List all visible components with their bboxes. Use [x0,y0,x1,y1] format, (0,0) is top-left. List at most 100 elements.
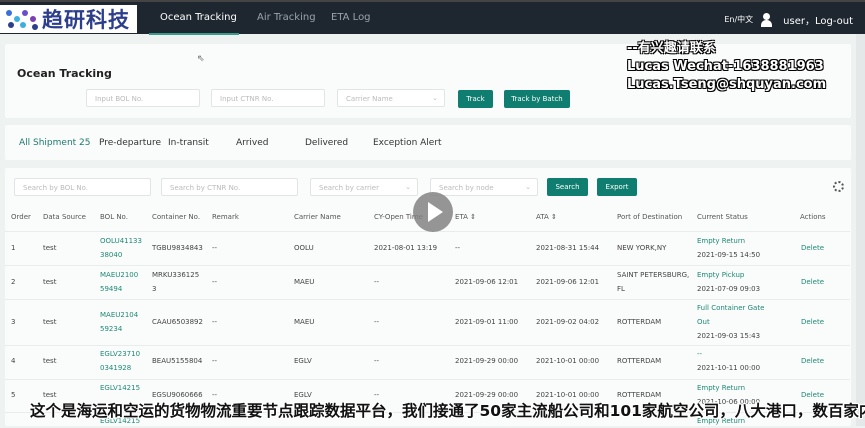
bol-link[interactable]: 59234 [100,322,122,336]
nav-tab-eta-log[interactable]: ETA Log [331,12,371,23]
gear-icon[interactable] [833,181,844,192]
delete-link[interactable]: Delete [801,241,824,255]
search-ctnr-input[interactable]: Search by CTNR No. [161,178,298,196]
bol-link[interactable]: 59494 [100,282,122,296]
bol-link[interactable]: 0341928 [100,361,131,375]
delete-link[interactable]: Delete [801,315,824,329]
eta-cell: 2021-09-29 00:00 [455,357,519,365]
delete-link[interactable]: Delete [801,275,824,289]
remark-cell: -- [212,244,218,252]
port-cell: FL [617,285,625,293]
status-label: Empty Return [697,384,746,392]
tab-all-shipment[interactable]: All Shipment 25 [19,138,91,148]
active-tab-underline [149,33,239,35]
status-label: Out [697,318,710,326]
chevron-down-icon: ⌄ [405,183,411,191]
ata-cell: 2021-08-31 15:44 [536,244,600,252]
container-cell: BEAU5155804 [152,357,203,365]
search-button[interactable]: Search [547,178,588,196]
watermark-line: Lucas Wechat-1638881963 [627,59,824,74]
bol-link[interactable]: 38040 [100,248,122,262]
port-cell: ROTTERDAM [617,357,662,365]
video-subtitle: 这个是海运和空运的货物物流重要节点跟踪数据平台，我们接通了50家主流船公司和10… [30,402,865,420]
status-label: Full Container Gate [697,304,765,312]
container-cell: MRKU336125 [152,271,200,279]
cy-open-time-cell: -- [374,318,380,326]
status-time: 2021-09-03 15:43 [697,332,761,340]
search-bol-input[interactable]: Search by BOL No. [14,178,151,196]
export-button[interactable]: Export [597,178,637,196]
logo-text: 趋研科技 [42,8,130,32]
bol-input[interactable]: Input BOL No. [86,89,200,107]
tab-arrived[interactable]: Arrived [236,138,268,148]
order-cell: 1 [11,244,16,252]
delete-link[interactable]: Delete [801,354,824,368]
status-label: -- [697,350,703,358]
carrier-select[interactable]: Carrier Name ⌄ [337,89,445,107]
chevron-down-icon: ⌄ [432,94,438,102]
bol-link[interactable]: EGLV23710 [100,347,140,361]
column-header-ata[interactable]: ATA ⇕ [536,213,557,221]
user-logout-link[interactable]: user，Log-out [783,12,853,27]
ata-cell: 2021-09-06 12:01 [536,278,600,286]
status-time: 2021-09-15 14:50 [697,251,761,259]
carrier-select-placeholder: Carrier Name [346,95,393,103]
search-carrier-select[interactable]: Search by carrier ⌄ [310,178,418,196]
bol-link[interactable]: MAEU2100 [100,268,138,282]
row-divider [5,379,850,380]
row-divider [5,265,850,266]
carrier-cell: MAEU [294,318,315,326]
bol-link[interactable]: OOLU41133 [100,234,142,248]
cy-open-time-cell: -- [374,357,380,365]
watermark: --有兴趣请联系 Lucas Wechat-1638881963 Lucas.T… [627,40,826,94]
ata-cell: 2021-10-01 00:00 [536,357,600,365]
column-header-data-source: Data Source [43,213,86,221]
eta-cell: -- [455,244,461,252]
remark-cell: -- [212,318,218,326]
data-source-cell: test [43,244,57,252]
column-header-eta[interactable]: ETA ⇕ [455,213,476,221]
mouse-cursor-icon: ⇖ [197,54,205,64]
page-scrollbar[interactable] [856,34,865,426]
column-header-container: Container No. [152,213,201,221]
track-button[interactable]: Track [458,90,493,108]
page-title: Ocean Tracking [17,67,112,80]
tab-delivered[interactable]: Delivered [305,138,348,148]
status-time: 2021-10-11 00:00 [697,364,761,372]
order-cell: 2 [11,278,16,286]
cy-open-time-cell: 2021-08-01 13:19 [374,244,438,252]
column-header-carrier: Carrier Name [294,213,341,221]
logo-mark-icon [4,8,40,30]
track-by-batch-button[interactable]: Track by Batch [504,90,570,108]
container-cell: 3 [152,285,157,293]
ata-cell: 2021-09-02 04:02 [536,318,600,326]
play-icon[interactable] [413,192,453,232]
ctnr-input[interactable]: Input CTNR No. [211,89,325,107]
column-header-order: Order [11,213,31,221]
bol-link[interactable]: EGLV14215 [100,381,140,395]
tab-in-transit[interactable]: In-transit [168,138,209,148]
node-placeholder: Search by node [439,184,494,192]
tab-pre-departure[interactable]: Pre-departure [99,138,161,148]
container-cell: TGBU9834843 [152,244,203,252]
user-icon [761,12,775,27]
cy-open-time-cell: -- [374,278,380,286]
port-cell: SAINT PETERSBURG, [617,271,690,279]
column-header-remark: Remark [212,213,239,221]
order-cell: 4 [11,357,16,365]
top-nav: 趋研科技 Ocean Tracking Air Tracking ETA Log… [0,0,865,35]
port-cell: ROTTERDAM [617,318,662,326]
language-switch[interactable]: En/中文 [724,14,753,25]
chevron-down-icon: ⌄ [525,183,531,191]
search-node-select[interactable]: Search by node ⌄ [430,178,538,196]
row-divider [5,299,850,300]
order-cell: 3 [11,318,16,326]
bol-link[interactable]: MAEU2104 [100,308,138,322]
logo[interactable]: 趋研科技 [0,5,137,33]
status-time: 2021-07-09 09:03 [697,285,761,293]
column-header-port: Port of Destination [617,213,683,221]
tab-exception-alert[interactable]: Exception Alert [373,138,442,148]
nav-tab-ocean-tracking[interactable]: Ocean Tracking [160,12,237,23]
nav-tab-air-tracking[interactable]: Air Tracking [257,12,316,23]
status-label: Empty Return [697,237,746,245]
